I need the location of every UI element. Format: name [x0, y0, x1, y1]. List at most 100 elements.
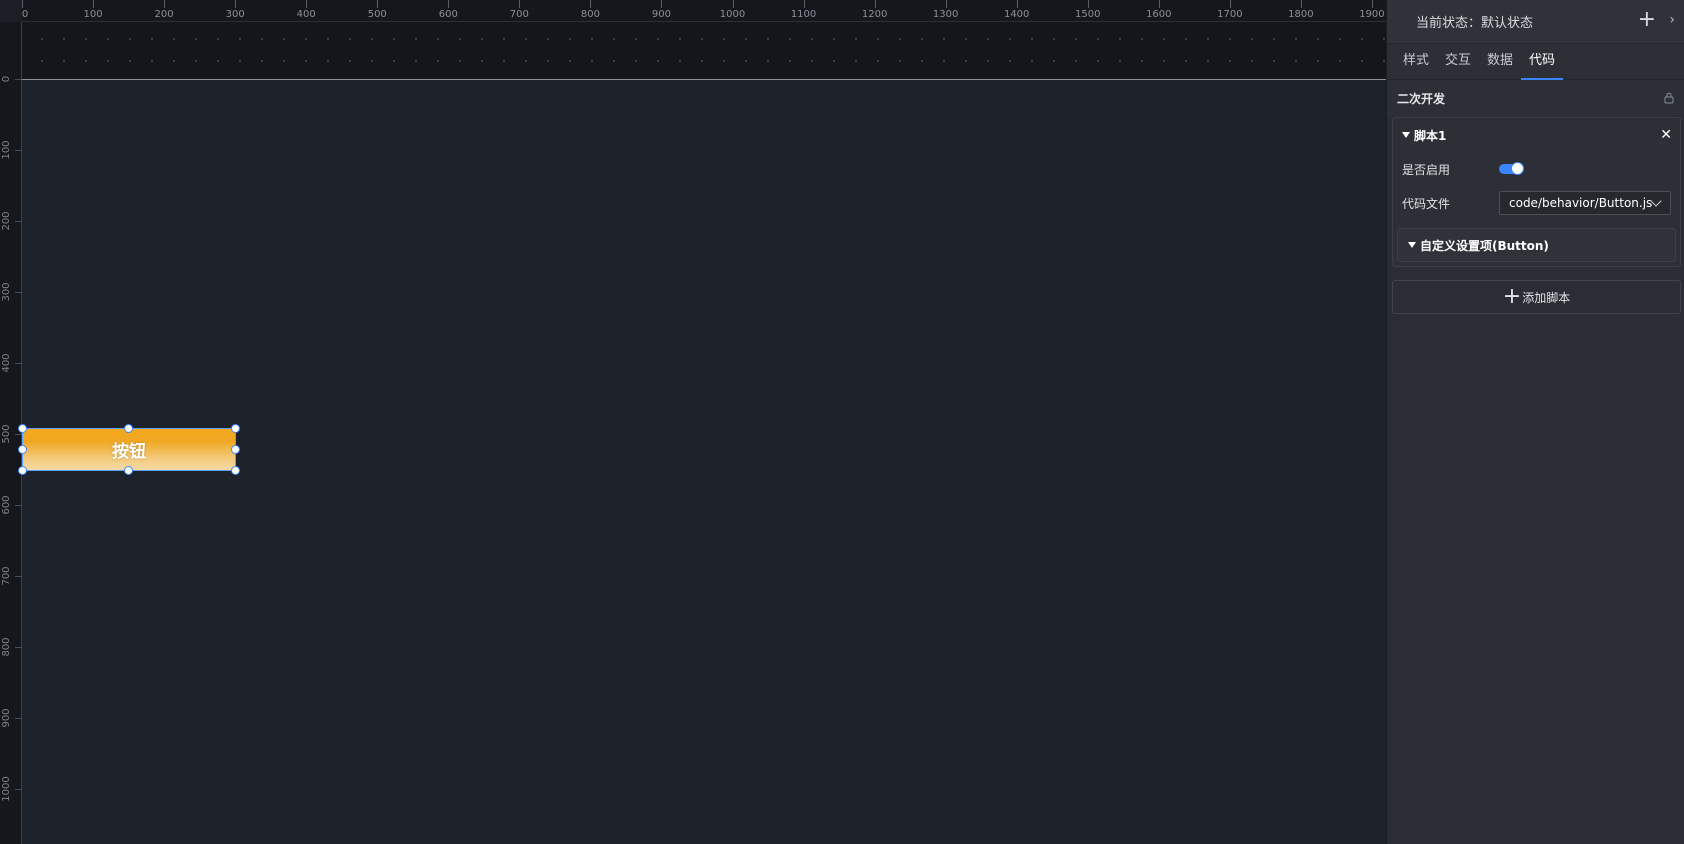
ruler-h-label: 1200 — [861, 9, 888, 20]
ruler-v-tick — [15, 576, 22, 577]
panel-tabs: 样式 交互 数据 代码 — [1387, 44, 1684, 80]
resize-handle-bottom-right[interactable] — [231, 466, 240, 475]
section-title: 二次开发 — [1387, 80, 1684, 116]
section-title-text: 二次开发 — [1397, 91, 1446, 106]
enable-label: 是否启用 — [1402, 162, 1451, 177]
tab-data[interactable]: 数据 — [1479, 44, 1521, 79]
code-file-label: 代码文件 — [1402, 196, 1451, 211]
ruler-h-label: 1300 — [932, 9, 959, 20]
custom-settings-label: 自定义设置项(Button) — [1420, 238, 1549, 253]
ruler-v-tick — [15, 363, 22, 364]
ruler-h-label: 900 — [651, 9, 671, 20]
ruler-v-tick — [15, 434, 22, 435]
enable-row: 是否启用 — [1393, 152, 1680, 186]
canvas-grid-margin — [22, 22, 1386, 80]
ruler-v-tick — [15, 292, 22, 293]
ruler-h-label: 0 — [21, 9, 29, 20]
ruler-h-label: 500 — [367, 9, 387, 20]
close-icon[interactable]: ✕ — [1660, 127, 1672, 143]
lock-icon[interactable] — [1664, 92, 1674, 104]
ruler-h-tick — [732, 0, 734, 8]
horizontal-ruler: 0 100 200 300 400 500 600 700 800 900 1000 1100 1200… — [22, 0, 1386, 22]
ruler-h-tick — [235, 0, 237, 8]
ruler-h-label: 700 — [509, 9, 529, 20]
add-script-button[interactable]: + 添加脚本 — [1392, 280, 1681, 314]
resize-handle-middle-left[interactable] — [18, 445, 27, 454]
ruler-v-label: 1000 — [1, 776, 12, 802]
ruler-h-tick — [1158, 0, 1160, 8]
resize-handle-middle-right[interactable] — [231, 445, 240, 454]
ruler-h-label: 600 — [438, 9, 458, 20]
vertical-ruler: 0 100 200 300 400 500 600 700 800 900 1000 — [0, 22, 22, 844]
ruler-v-label: 500 — [1, 424, 12, 444]
custom-settings-group[interactable]: 自定义设置项(Button) — [1397, 228, 1676, 262]
resize-handle-top-left[interactable] — [18, 424, 27, 433]
ruler-h-tick — [945, 0, 947, 8]
resize-handle-bottom-left[interactable] — [18, 466, 27, 475]
ruler-v-label: 600 — [1, 495, 12, 515]
ruler-v-tick — [15, 79, 22, 80]
ruler-h-tick — [590, 0, 592, 8]
caret-down-icon — [1408, 242, 1416, 248]
plus-icon[interactable]: + — [1638, 9, 1656, 31]
ruler-v-label: 800 — [1, 637, 12, 657]
ruler-v-label: 200 — [1, 211, 12, 231]
code-file-row: 代码文件 code/behavior/Button.js — [1393, 186, 1680, 220]
ruler-h-label: 800 — [580, 9, 600, 20]
ruler-h-label: 100 — [83, 9, 103, 20]
ruler-h-label: 1400 — [1003, 9, 1030, 20]
ruler-h-label: 1700 — [1217, 9, 1243, 20]
ruler-h-label: 300 — [225, 9, 245, 20]
ruler-v-tick — [15, 718, 22, 719]
ruler-v-label: 700 — [1, 566, 12, 586]
ruler-v-tick — [15, 505, 22, 506]
ruler-h-label: 400 — [296, 9, 316, 20]
add-script-label: 添加脚本 — [1522, 290, 1571, 305]
plus-icon: + — [1502, 284, 1522, 309]
ruler-h-tick — [1016, 0, 1018, 8]
ruler-v-label: 100 — [1, 140, 12, 160]
current-state-label: 当前状态：默认状态 — [1416, 16, 1534, 31]
resize-handle-bottom-center[interactable] — [124, 466, 133, 475]
ruler-h-label: 1500 — [1075, 9, 1101, 20]
ruler-v-tick — [15, 647, 22, 648]
page-top-edge — [22, 79, 1386, 80]
state-header: 当前状态：默认状态 + › — [1387, 0, 1684, 44]
resize-handle-top-center[interactable] — [124, 424, 133, 433]
ruler-h-tick — [661, 0, 663, 8]
ruler-corner — [0, 0, 22, 22]
design-canvas[interactable]: 0 100 200 300 400 500 600 700 800 900 1000 1100 1200… — [0, 0, 1386, 844]
ruler-h-tick — [1229, 0, 1231, 8]
ruler-v-label: 300 — [1, 282, 12, 302]
tab-code[interactable]: 代码 — [1521, 44, 1564, 80]
ruler-h-tick — [1087, 0, 1089, 8]
button-component-label: 按钮 — [112, 442, 146, 462]
ruler-v-label: 900 — [1, 708, 12, 728]
ruler-h-label: 200 — [154, 9, 174, 20]
code-file-select[interactable]: code/behavior/Button.js — [1499, 191, 1671, 215]
ruler-h-tick — [93, 0, 95, 8]
chevron-right-icon[interactable]: › — [1669, 12, 1675, 28]
script-card: 脚本1 ✕ 是否启用 代码文件 code/behavior/Button.js … — [1392, 117, 1681, 267]
caret-down-icon — [1402, 132, 1410, 138]
ruler-h-tick — [377, 0, 379, 8]
ruler-h-tick — [803, 0, 805, 8]
ruler-h-tick — [448, 0, 450, 8]
ruler-v-label: 400 — [1, 353, 12, 373]
ruler-h-label: 1900 — [1359, 9, 1385, 20]
script-title: 脚本1 — [1414, 128, 1447, 143]
tab-interaction[interactable]: 交互 — [1437, 44, 1479, 79]
ruler-h-tick — [306, 0, 308, 8]
script-header[interactable]: 脚本1 ✕ — [1393, 118, 1680, 152]
ruler-h-tick — [519, 0, 521, 8]
ruler-h-tick — [164, 0, 166, 8]
tab-style[interactable]: 样式 — [1395, 44, 1437, 79]
resize-handle-top-right[interactable] — [231, 424, 240, 433]
enable-toggle[interactable] — [1499, 162, 1524, 175]
ruler-v-label: 0 — [1, 75, 12, 83]
ruler-h-label: 1100 — [790, 9, 817, 20]
button-component[interactable]: 按钮 — [22, 428, 236, 471]
ruler-h-tick — [1300, 0, 1302, 8]
ruler-v-tick — [15, 150, 22, 151]
ruler-h-label: 1600 — [1146, 9, 1172, 20]
